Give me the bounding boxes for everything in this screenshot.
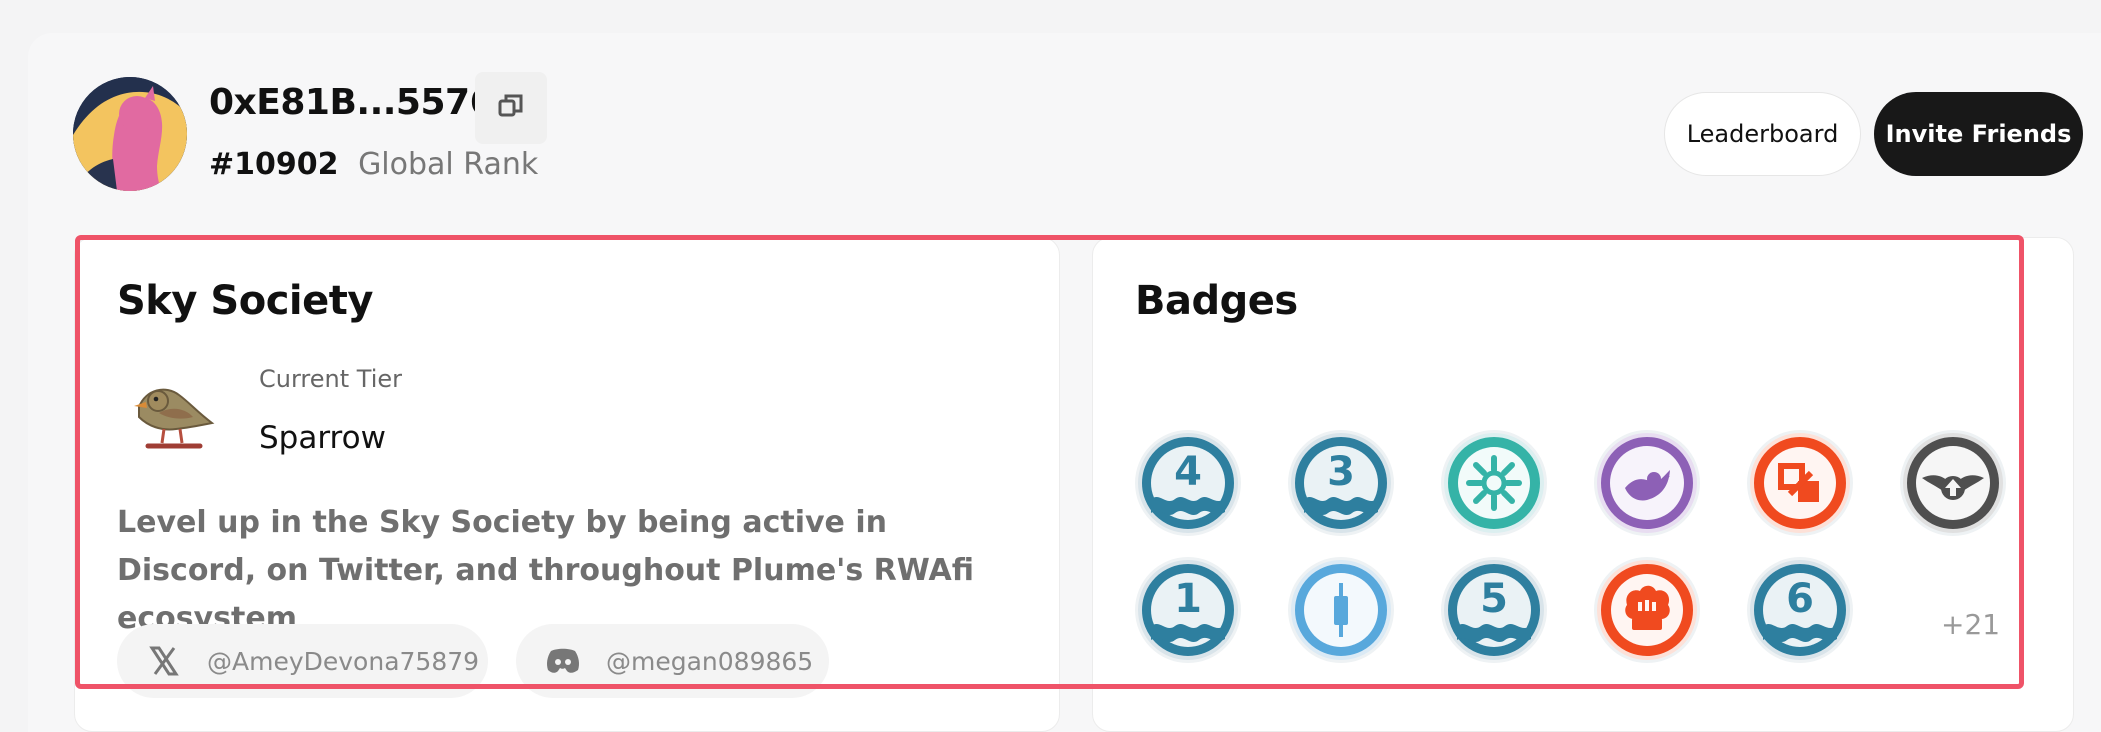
society-description: Level up in the Sky Society by being act… <box>117 505 974 636</box>
badge-number: 4 <box>1174 449 1202 495</box>
profile-header: 0xE81B...5576 #10902 Global Rank Leaderb… <box>73 72 2083 191</box>
badge-wave-6[interactable]: 6 <box>1747 557 1853 663</box>
sparrow-icon <box>124 368 224 458</box>
badge-wave-5[interactable]: 5 <box>1441 557 1547 663</box>
tier-name: Sparrow <box>259 420 386 456</box>
badge-bird[interactable] <box>1594 430 1700 536</box>
badges-title: Badges <box>1135 278 1298 324</box>
twitter-handle-pill[interactable]: @AmeyDevona75879 <box>117 624 488 698</box>
badge-wave-3[interactable]: 3 <box>1288 430 1394 536</box>
rank-label: Global Rank <box>358 147 539 182</box>
badge-wave-1[interactable]: 1 <box>1135 557 1241 663</box>
x-icon <box>147 644 181 678</box>
global-rank: #10902 Global Rank <box>209 147 538 182</box>
twitter-handle: @AmeyDevona75879 <box>207 646 480 676</box>
badge-boxes[interactable] <box>1747 430 1853 536</box>
leaderboard-button[interactable]: Leaderboard <box>1664 92 1861 176</box>
badge-wave-4[interactable]: 4 <box>1135 430 1241 536</box>
discord-handle-pill[interactable]: @megan089865 <box>516 624 829 698</box>
rank-number: #10902 <box>209 147 339 182</box>
badge-chef[interactable] <box>1594 557 1700 663</box>
badge-number: 5 <box>1480 576 1508 622</box>
discord-handle: @megan089865 <box>606 646 814 676</box>
badge-candle[interactable] <box>1288 557 1394 663</box>
current-tier-label: Current Tier <box>259 365 402 393</box>
copy-icon <box>496 91 526 125</box>
sky-society-card: Sky Society Current Tier Sparrow Level u… <box>74 237 1060 732</box>
badge-number: 3 <box>1327 449 1355 495</box>
more-badges-count[interactable]: +21 <box>1941 608 2000 641</box>
badge-sun[interactable] <box>1441 430 1547 536</box>
discord-icon <box>546 644 580 678</box>
badges-card: Badges 4 3 1 5 6 +21 <box>1092 237 2074 732</box>
wallet-address: 0xE81B...5576 <box>209 82 495 123</box>
sky-society-title: Sky Society <box>117 278 373 324</box>
avatar <box>73 77 187 191</box>
copy-button[interactable] <box>475 72 547 144</box>
invite-friends-button[interactable]: Invite Friends <box>1874 92 2083 176</box>
badge-winged[interactable] <box>1900 430 2006 536</box>
badge-number: 6 <box>1786 576 1814 622</box>
badge-number: 1 <box>1174 576 1202 622</box>
